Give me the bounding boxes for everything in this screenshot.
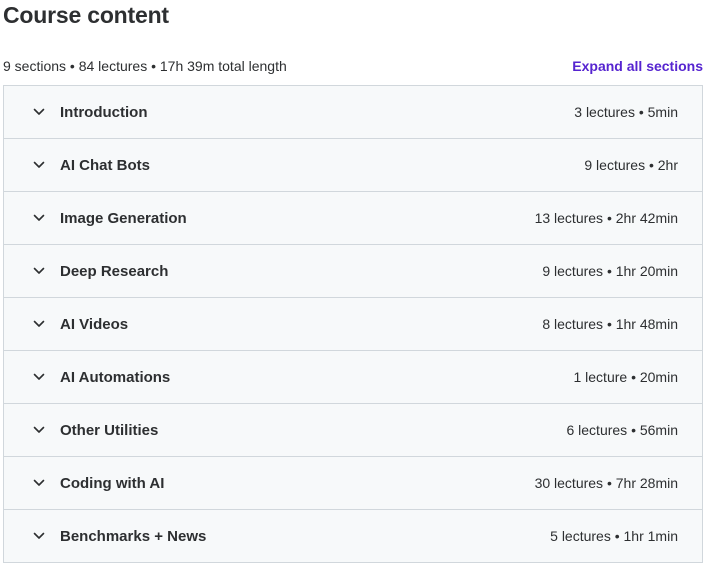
section-title: AI Automations [60, 368, 171, 386]
section-title: AI Videos [60, 315, 129, 333]
section-meta: 3 lectures • 5min [574, 104, 678, 120]
chevron-down-icon [32, 105, 46, 119]
section-coding-with-ai[interactable]: Coding with AI 30 lectures • 7hr 28min [4, 457, 702, 510]
chevron-down-icon [32, 211, 46, 225]
section-ai-chat-bots[interactable]: AI Chat Bots 9 lectures • 2hr [4, 139, 702, 192]
course-summary-row: 9 sections • 84 lectures • 17h 39m total… [3, 56, 703, 76]
expand-all-sections-button[interactable]: Expand all sections [572, 58, 703, 74]
chevron-down-icon [32, 158, 46, 172]
section-other-utilities[interactable]: Other Utilities 6 lectures • 56min [4, 404, 702, 457]
section-title: Coding with AI [60, 474, 165, 492]
section-title: Deep Research [60, 262, 169, 280]
section-list: Introduction 3 lectures • 5min AI Chat B… [3, 85, 703, 563]
section-meta: 9 lectures • 2hr [584, 157, 678, 173]
section-meta: 8 lectures • 1hr 48min [542, 316, 678, 332]
chevron-down-icon [32, 529, 46, 543]
section-meta: 6 lectures • 56min [566, 422, 678, 438]
section-meta: 13 lectures • 2hr 42min [534, 210, 678, 226]
section-meta: 30 lectures • 7hr 28min [534, 475, 678, 491]
section-meta: 5 lectures • 1hr 1min [550, 528, 678, 544]
section-title: Benchmarks + News [60, 527, 207, 545]
chevron-down-icon [32, 476, 46, 490]
section-ai-automations[interactable]: AI Automations 1 lecture • 20min [4, 351, 702, 404]
course-content-panel: Course content 9 sections • 84 lectures … [0, 0, 707, 569]
section-meta: 9 lectures • 1hr 20min [542, 263, 678, 279]
section-title: AI Chat Bots [60, 156, 150, 174]
course-summary: 9 sections • 84 lectures • 17h 39m total… [3, 58, 287, 74]
section-deep-research[interactable]: Deep Research 9 lectures • 1hr 20min [4, 245, 702, 298]
section-title: Image Generation [60, 209, 187, 227]
section-title: Other Utilities [60, 421, 159, 439]
chevron-down-icon [32, 370, 46, 384]
section-introduction[interactable]: Introduction 3 lectures • 5min [4, 86, 702, 139]
chevron-down-icon [32, 264, 46, 278]
section-benchmarks-news[interactable]: Benchmarks + News 5 lectures • 1hr 1min [4, 510, 702, 563]
section-ai-videos[interactable]: AI Videos 8 lectures • 1hr 48min [4, 298, 702, 351]
section-title: Introduction [60, 103, 148, 121]
chevron-down-icon [32, 423, 46, 437]
section-image-generation[interactable]: Image Generation 13 lectures • 2hr 42min [4, 192, 702, 245]
chevron-down-icon [32, 317, 46, 331]
page-title: Course content [3, 2, 169, 28]
section-meta: 1 lecture • 20min [573, 369, 678, 385]
